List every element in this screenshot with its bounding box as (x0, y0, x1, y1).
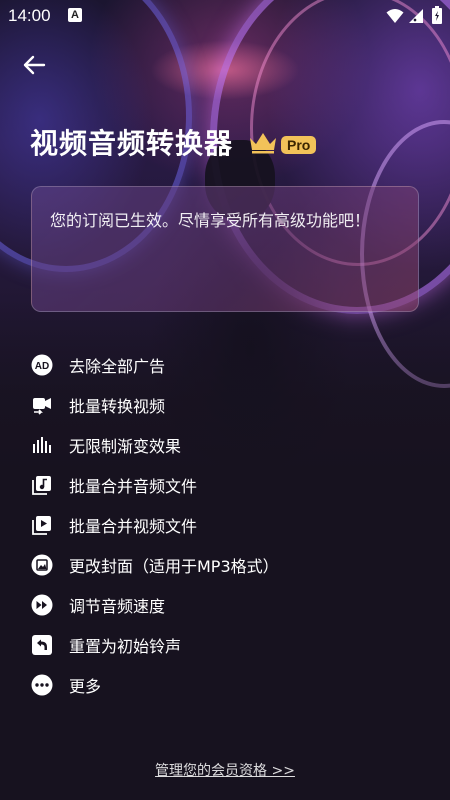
video-convert-icon (30, 393, 54, 417)
feature-label: 重置为初始铃声 (69, 637, 182, 656)
feature-label: 更改封面（适用于MP3格式） (69, 557, 279, 576)
crown-icon (250, 133, 277, 154)
feature-item-merge-audio: 批量合并音频文件 (30, 465, 430, 505)
feature-label: 去除全部广告 (69, 357, 166, 376)
feature-item-batch-convert-video: 批量转换视频 (30, 385, 430, 425)
feature-item-change-cover: 更改封面（适用于MP3格式） (30, 545, 430, 585)
fast-forward-icon (30, 593, 54, 617)
feature-item-audio-speed: 调节音频速度 (30, 585, 430, 625)
back-arrow-icon[interactable] (18, 50, 54, 82)
feature-label: 无限制渐变效果 (69, 437, 182, 456)
audio-file-icon (30, 473, 54, 497)
equalizer-icon (30, 433, 54, 457)
feature-item-remove-ads: AD 去除全部广告 (30, 345, 430, 385)
page-title: 视频音频转换器 (30, 127, 234, 160)
reset-icon (30, 633, 54, 657)
battery-icon (432, 6, 442, 24)
subscription-status-card: 您的订阅已生效。尽情享受所有高级功能吧！ (31, 186, 419, 312)
app-notification-icon: A (68, 8, 82, 22)
feature-label: 更多 (69, 677, 102, 696)
wifi-icon (386, 9, 404, 23)
title-row: 视频音频转换器 Pro (30, 122, 317, 162)
feature-item-merge-video: 批量合并视频文件 (30, 505, 430, 545)
feature-list: AD 去除全部广告 批量转换视频 无限制渐变效果 批量合并音频文件 批量合并视频… (30, 345, 430, 705)
more-icon (30, 673, 54, 697)
image-icon (30, 553, 54, 577)
feature-label: 调节音频速度 (69, 597, 166, 616)
ad-icon: AD (30, 353, 54, 377)
feature-label: 批量合并音频文件 (69, 477, 198, 496)
manage-membership-link[interactable]: 管理您的会员资格 >> (0, 760, 450, 780)
status-time: 14:00 (8, 6, 51, 25)
subscription-message: 您的订阅已生效。尽情享受所有高级功能吧！ (50, 211, 371, 230)
feature-item-more: 更多 (30, 665, 430, 705)
pro-badge: Pro (281, 136, 317, 154)
svg-text:AD: AD (35, 361, 49, 372)
feature-label: 批量转换视频 (69, 397, 166, 416)
feature-item-unlimited-fade: 无限制渐变效果 (30, 425, 430, 465)
feature-item-reset-ringtone: 重置为初始铃声 (30, 625, 430, 665)
feature-label: 批量合并视频文件 (69, 517, 198, 536)
signal-icon (409, 9, 423, 23)
status-bar: 14:00 A (0, 0, 450, 32)
video-file-icon (30, 513, 54, 537)
